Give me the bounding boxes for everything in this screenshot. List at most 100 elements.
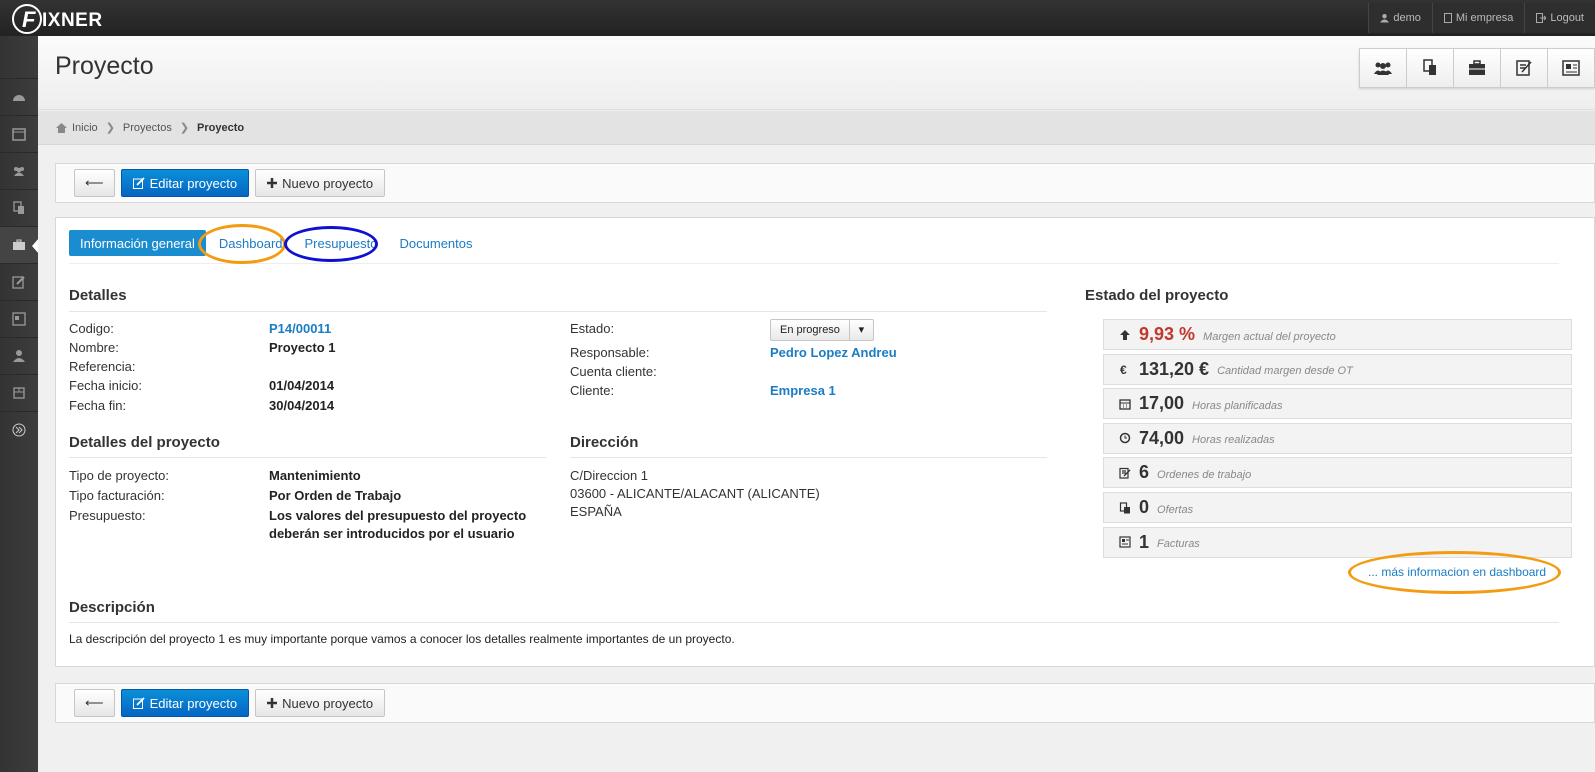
stat-label: Ordenes de trabajo [1157,468,1252,481]
new-project-button[interactable]: Nuevo proyecto [255,169,386,197]
stat-row: 17,00 Horas planificadas [1103,388,1572,420]
cliente-value[interactable]: Empresa 1 [770,381,836,400]
sidebar-item-invoices[interactable] [0,300,38,337]
main-content: Proyecto Inicio ❯ Proyectos ❯ Proyecto ⟵… [38,36,1595,772]
estado-value: En progreso [780,323,840,336]
tab-presupuesto[interactable]: Presupuesto [294,230,389,256]
edit-project-button[interactable]: Editar proyecto [120,169,250,197]
company-link[interactable]: Mi empresa [1431,3,1525,33]
edit-icon [1516,60,1532,76]
divider [69,457,546,458]
sidebar-expand-button[interactable] [0,411,38,448]
new-project-button[interactable]: Nuevo proyecto [255,689,386,717]
estado-label: Estado: [570,321,615,336]
tab-dashboard[interactable]: Dashboard [208,230,294,256]
quick-workorders-button[interactable] [1501,49,1548,87]
edit-icon [132,177,145,189]
sidebar-item-products[interactable] [0,374,38,411]
quick-clients-button[interactable] [1360,49,1407,87]
logout-link[interactable]: Logout [1524,3,1595,33]
detalles-heading: Detalles [69,287,127,304]
breadcrumb-separator: ❯ [105,122,115,134]
stat-row: 9,93 % Margen actual del proyecto [1103,319,1572,350]
descripcion-text: La descripción del proyecto 1 es muy imp… [69,632,735,646]
documents-icon [1423,59,1436,75]
edit-project-button[interactable]: Editar proyecto [120,689,250,717]
quick-offers-button[interactable] [1407,49,1454,87]
sidebar-item-dashboard[interactable] [0,78,38,115]
tabs-divider [69,263,1559,264]
estado-proyecto-heading: Estado del proyecto [1085,287,1229,304]
sidebar-item-calendar[interactable] [0,115,38,152]
direccion-heading: Dirección [570,434,639,451]
home-icon [56,122,67,133]
contact-card-icon [12,312,26,326]
back-button[interactable]: ⟵ [74,689,115,717]
top-nav: demo Mi empresa Logout [1368,3,1595,33]
breadcrumb-separator: ❯ [179,122,190,134]
codigo-value[interactable]: P14/00011 [269,319,331,338]
tipo-proyecto-value: Mantenimiento [269,468,361,483]
stat-label: Ofertas [1157,503,1194,516]
logout-icon [1536,13,1547,23]
logo-letter: F [22,7,36,32]
estado-dropdown[interactable]: En progreso ▾ [770,319,874,341]
plus-icon [267,178,278,188]
stat-value: 131,20 € [1139,358,1210,379]
stat-label: Horas planificadas [1192,399,1283,412]
more-info-link[interactable]: ... más informacion en dashboard [1368,565,1546,579]
quick-actions [1359,48,1595,88]
documents-icon [1119,501,1130,513]
fecha-inicio-label: Fecha inicio: [69,378,142,393]
sidebar-item-clients[interactable] [0,152,38,189]
edit-project-label: Editar proyecto [149,175,238,191]
referencia-label: Referencia: [69,359,136,374]
documents-icon [13,201,24,214]
user-icon [13,350,25,362]
tab-informacion-general[interactable]: Información general [69,230,206,256]
quick-projects-button[interactable] [1454,49,1501,87]
breadcrumb-current: Proyecto [197,121,245,134]
direccion-block: C/Direccion 1 03600 - ALICANTE/ALACANT (… [570,466,970,526]
sidebar-item-users[interactable] [0,337,38,374]
logout-label: Logout [1550,12,1584,24]
edit-project-label: Editar proyecto [149,695,238,711]
sidebar-item-workorders[interactable] [0,263,38,300]
stat-label: Margen actual del proyecto [1203,330,1336,343]
contact-card-icon [1119,536,1131,548]
fecha-inicio-value: 01/04/2014 [269,378,335,393]
calendar-icon [12,128,26,141]
tab-bar: Información general Dashboard Presupuest… [69,230,484,256]
responsable-value[interactable]: Pedro Lopez Andreu [770,343,897,362]
edit-icon [132,697,145,709]
responsable-label: Responsable: [570,345,650,360]
document-icon [1443,13,1452,23]
stat-value: 9,93 % [1139,324,1196,344]
plus-icon [267,698,278,708]
fixner-logo[interactable]: F IXNER [10,3,120,35]
sidebar [0,36,39,772]
expand-icon [12,423,26,437]
page-header: Proyecto [38,36,1595,110]
tipo-proyecto-label: Tipo de proyecto: [69,468,169,483]
sidebar-item-offers[interactable] [0,189,38,226]
stat-value: 17,00 [1139,393,1185,414]
breadcrumb-projects[interactable]: Proyectos [123,122,172,134]
quick-invoices-button[interactable] [1548,49,1595,87]
divider [69,311,1047,312]
dashboard-icon [13,95,25,101]
svg-text:€: € [1120,363,1127,375]
company-label: Mi empresa [1455,12,1514,24]
descripcion-heading: Descripción [69,599,155,616]
presupuesto-label: Presupuesto: [69,508,146,523]
tab-documentos[interactable]: Documentos [389,230,484,256]
back-button[interactable]: ⟵ [74,169,115,197]
stat-value: 74,00 [1139,427,1185,448]
user-icon [1380,13,1390,23]
breadcrumb-home[interactable]: Inicio [72,122,98,134]
box-icon [13,387,25,399]
top-bar: F IXNER demo Mi empresa Logout [0,0,1595,36]
logo-text: IXNER [42,10,103,31]
caret-down-icon[interactable]: ▾ [848,320,873,340]
user-menu-link[interactable]: demo [1368,3,1432,33]
